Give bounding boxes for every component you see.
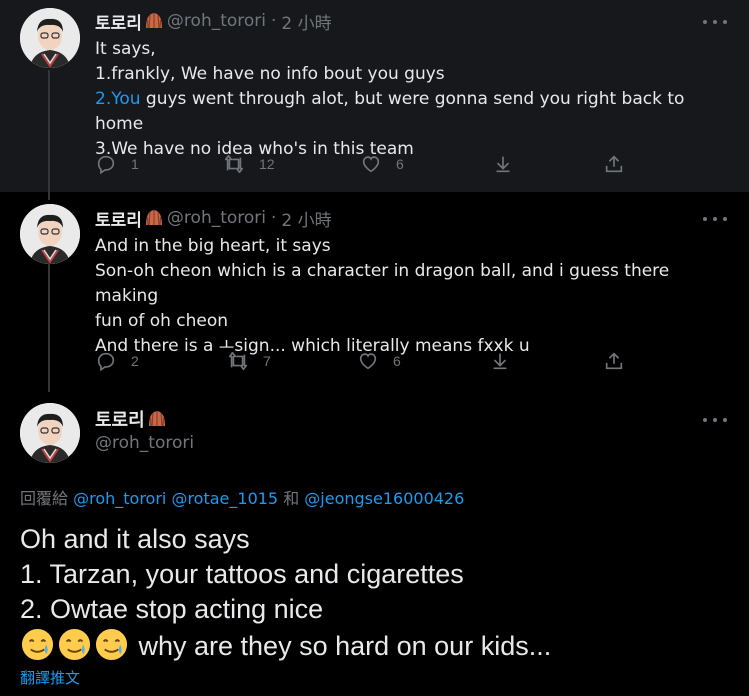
- more-icon[interactable]: [703, 12, 727, 32]
- tweet-header: 토로리 @roh_torori · 2 小時: [95, 206, 332, 231]
- tweet-line-rest: guys went through alot, but were gonna s…: [95, 89, 690, 134]
- handle[interactable]: @roh_torori: [167, 208, 266, 228]
- display-name[interactable]: 토로리: [95, 9, 142, 34]
- reply-icon: [97, 155, 115, 175]
- tweet-header: 토로리 @roh_torori · 2 小時: [95, 9, 332, 34]
- retweet-icon: [228, 351, 248, 371]
- share-icon: [605, 352, 623, 370]
- tweet-text: Oh and it also says 1. Tarzan, your tatto…: [20, 522, 740, 664]
- like-icon: [362, 156, 380, 173]
- tweet-2[interactable]: 토로리 @roh_torori · 2 小時 And in the big he…: [0, 192, 749, 392]
- action-bar: 2 7 6: [95, 350, 635, 374]
- display-name[interactable]: 토로리: [95, 406, 170, 432]
- mention-link[interactable]: @roh_torori: [73, 489, 166, 508]
- tweet-line: why are they so hard on our kids...: [20, 627, 740, 664]
- download-icon: [493, 353, 507, 370]
- timestamp[interactable]: 2 小時: [281, 206, 331, 231]
- tweet-line: 2. Owtae stop acting nice: [20, 594, 324, 624]
- tweet-text: And in the big heart, it says Son-oh cheo…: [95, 234, 735, 359]
- tweet-line-rest: why are they so hard on our kids...: [131, 631, 552, 661]
- reply-and: 和: [278, 489, 305, 508]
- thread-line-top: [48, 192, 50, 200]
- like-count: 6: [396, 156, 404, 172]
- more-icon[interactable]: [703, 410, 727, 430]
- handle[interactable]: @roh_torori: [167, 11, 266, 31]
- tweet-line: fun of oh cheon: [95, 311, 229, 331]
- share-button[interactable]: [603, 350, 625, 372]
- tweet-line: Oh and it also says: [20, 524, 250, 554]
- handle[interactable]: @roh_torori: [95, 433, 194, 453]
- download-button[interactable]: [489, 350, 511, 372]
- avatar[interactable]: [20, 204, 80, 264]
- smiling-face-with-tear-emoji: [57, 627, 92, 662]
- tweet-line: 1. Tarzan, your tattoos and cigarettes: [20, 559, 464, 589]
- tweet-line: And in the big heart, it says: [95, 236, 331, 256]
- thread-line: [48, 70, 50, 192]
- reply-count: 2: [131, 353, 139, 369]
- reply-to-line: 回覆給 @roh_torori @rotae_1015 和 @jeongse16…: [20, 485, 464, 509]
- smiling-face-with-tear-emoji: [94, 627, 129, 662]
- timestamp[interactable]: 2 小時: [281, 9, 331, 34]
- retweet-icon: [224, 154, 244, 174]
- retweet-button[interactable]: 12: [223, 153, 275, 175]
- avatar[interactable]: [20, 8, 80, 68]
- separator-dot: ·: [271, 208, 277, 228]
- tweet-line: It says,: [95, 39, 156, 59]
- tweet-line: 2.You guys went through alot, but were g…: [95, 87, 735, 137]
- share-button[interactable]: [603, 153, 625, 175]
- avatar[interactable]: [20, 403, 80, 463]
- like-button[interactable]: 6: [357, 350, 401, 372]
- retweet-count: 12: [259, 156, 275, 172]
- reply-count: 1: [131, 156, 139, 172]
- tweet-1[interactable]: 토로리 @roh_torori · 2 小時 It says, 1.frankly…: [0, 0, 749, 192]
- download-button[interactable]: [492, 153, 514, 175]
- reply-prefix: 回覆給: [20, 489, 74, 508]
- shell-emoji: [144, 11, 164, 31]
- like-icon: [359, 353, 377, 370]
- tweet-line: 1.frankly, We have no info bout you guys: [95, 64, 445, 84]
- more-icon[interactable]: [703, 209, 727, 229]
- like-count: 6: [393, 353, 401, 369]
- retweet-button[interactable]: 7: [227, 350, 271, 372]
- retweet-count: 7: [263, 353, 271, 369]
- reply-button[interactable]: 2: [95, 350, 139, 372]
- translate-tweet-link[interactable]: 翻譯推文: [20, 667, 80, 688]
- reply-icon: [97, 352, 115, 372]
- link-text[interactable]: 2.You: [95, 89, 141, 109]
- separator-dot: ·: [271, 11, 277, 31]
- download-icon: [496, 156, 510, 173]
- display-name[interactable]: 토로리: [95, 206, 142, 231]
- tweet-line: Son-oh cheon which is a character in dra…: [95, 261, 675, 306]
- display-name-text: 토로리: [95, 410, 145, 431]
- mention-link[interactable]: @rotae_1015: [171, 489, 278, 508]
- thread-line: [48, 264, 50, 392]
- action-bar: 1 12 6: [95, 153, 635, 177]
- shell-emoji: [144, 208, 164, 228]
- tweet-text: It says, 1.frankly, We have no info bout …: [95, 37, 735, 162]
- reply-button[interactable]: 1: [95, 153, 139, 175]
- like-button[interactable]: 6: [360, 153, 404, 175]
- mention-link[interactable]: @jeongse16000426: [304, 489, 464, 508]
- share-icon: [605, 155, 623, 173]
- shell-emoji: [147, 409, 167, 429]
- smiling-face-with-tear-emoji: [20, 627, 55, 662]
